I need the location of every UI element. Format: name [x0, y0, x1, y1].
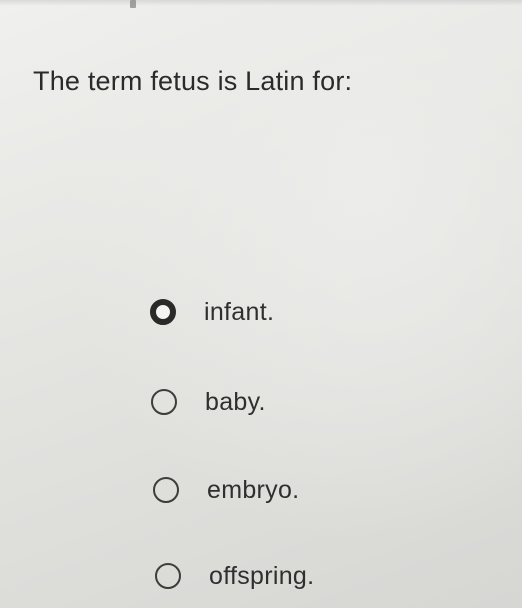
- question-text: The term fetus is Latin for:: [33, 66, 353, 96]
- top-divider: [0, 0, 522, 6]
- option-label: offspring.: [209, 561, 315, 590]
- answer-option-embryo[interactable]: embryo.: [153, 472, 299, 508]
- option-label: baby.: [205, 387, 266, 416]
- radio-button-icon[interactable]: [153, 477, 179, 503]
- option-label: embryo.: [207, 475, 300, 504]
- answer-option-baby[interactable]: baby.: [151, 384, 266, 420]
- radio-button-icon[interactable]: [155, 563, 181, 589]
- option-label: infant.: [204, 297, 275, 326]
- top-edge-mark: [130, 0, 136, 8]
- radio-button-icon[interactable]: [150, 299, 176, 325]
- radio-button-icon[interactable]: [151, 389, 177, 415]
- answer-option-infant[interactable]: infant.: [150, 294, 274, 330]
- answer-option-offspring[interactable]: offspring.: [155, 558, 314, 594]
